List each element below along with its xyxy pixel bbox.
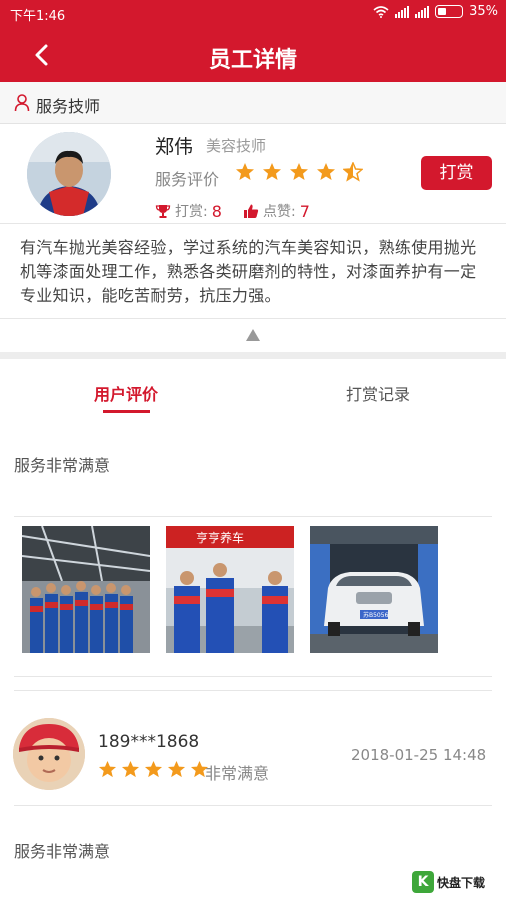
star-icon bbox=[290, 163, 308, 180]
wifi-icon bbox=[373, 5, 389, 18]
watermark-text: 快盘下载 bbox=[437, 875, 486, 890]
thumbs-up-icon bbox=[244, 204, 259, 218]
reward-count: 8 bbox=[211, 201, 222, 221]
collapse-triangle-icon[interactable] bbox=[246, 329, 260, 341]
like-stat: 点赞: 7 bbox=[243, 201, 310, 221]
rating-stars bbox=[235, 162, 363, 182]
role-section-label: 服务技师 bbox=[36, 97, 101, 116]
reviewer-avatar bbox=[13, 718, 85, 790]
divider bbox=[14, 690, 492, 691]
like-count: 7 bbox=[299, 201, 310, 221]
active-tab-indicator bbox=[103, 410, 150, 413]
watermark-logo: K bbox=[412, 871, 434, 893]
divider bbox=[14, 805, 492, 806]
role-section-header: 服务技师 bbox=[0, 82, 506, 124]
star-icon bbox=[167, 760, 186, 778]
page-title: 员工详情 bbox=[208, 48, 297, 73]
employee-profile: 郑伟 美容技师 服务评价 打赏: 8 点赞: 7 打赏 bbox=[0, 124, 506, 224]
tab-bar: 用户评价 打赏记录 bbox=[0, 359, 506, 421]
review-photos: 亨亨养车 苏B5056 bbox=[22, 526, 438, 653]
star-icon bbox=[317, 163, 335, 180]
divider bbox=[14, 676, 492, 677]
battery-percent: 35% bbox=[469, 4, 498, 19]
review-text: 服务非常满意 bbox=[14, 842, 111, 861]
star-icon bbox=[121, 760, 140, 778]
review-text: 服务非常满意 bbox=[14, 456, 111, 475]
section-divider bbox=[0, 352, 506, 359]
star-icon bbox=[263, 163, 281, 180]
reward-stat: 打赏: 8 bbox=[155, 201, 222, 221]
employee-avatar bbox=[27, 132, 111, 216]
employee-role: 美容技师 bbox=[206, 137, 267, 155]
person-icon bbox=[14, 94, 30, 112]
shop-sign-text: 亨亨养车 bbox=[196, 530, 244, 545]
star-icon bbox=[98, 760, 117, 778]
reviewer-rating-stars bbox=[98, 760, 209, 779]
employee-bio: 有汽车抛光美容经验，学过系统的汽车美容知识，熟练使用抛光机等漆面处理工作，熟悉各… bbox=[20, 238, 477, 305]
rating-label: 服务评价 bbox=[155, 170, 220, 189]
review-photo[interactable] bbox=[22, 526, 150, 653]
status-time: 下午1:46 bbox=[10, 9, 66, 24]
status-bar: 下午1:46 35% bbox=[0, 0, 506, 28]
like-label: 点赞: bbox=[263, 204, 296, 220]
star-icon bbox=[343, 162, 363, 182]
trophy-icon bbox=[155, 205, 171, 218]
license-plate-text: 苏B5056 bbox=[363, 611, 389, 619]
star-icon bbox=[144, 760, 163, 778]
signal-icon bbox=[415, 5, 430, 18]
reward-button[interactable]: 打赏 bbox=[421, 156, 492, 190]
review-date: 2018-01-25 14:48 bbox=[351, 746, 487, 764]
employee-name: 郑伟 bbox=[155, 136, 194, 158]
review-photo[interactable]: 苏B5056 bbox=[310, 526, 438, 653]
collapse-toggle[interactable] bbox=[0, 318, 506, 352]
tab-reward-records[interactable]: 打赏记录 bbox=[346, 381, 410, 405]
divider bbox=[14, 516, 492, 517]
star-icon bbox=[236, 163, 254, 180]
nav-bar: 员工详情 bbox=[0, 28, 506, 82]
reviewer-name: 189***1868 bbox=[98, 732, 200, 752]
reviewer-satisfaction: 非常满意 bbox=[205, 764, 270, 783]
signal-icon bbox=[395, 5, 410, 18]
reward-label: 打赏: bbox=[175, 204, 208, 220]
watermark: K 快盘下载 bbox=[412, 868, 502, 896]
tab-user-reviews[interactable]: 用户评价 bbox=[94, 381, 158, 405]
battery-icon bbox=[435, 5, 464, 18]
review-photo[interactable]: 亨亨养车 bbox=[166, 526, 294, 653]
